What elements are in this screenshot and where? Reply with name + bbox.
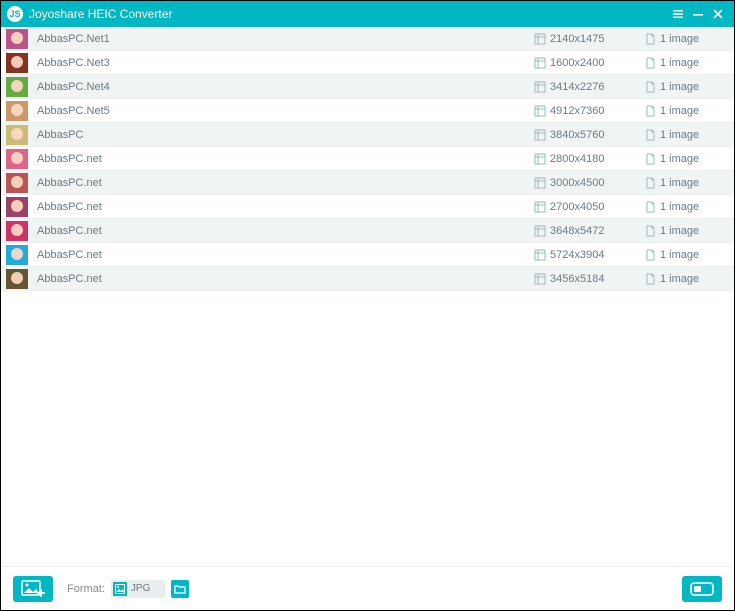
dimensions-icon: [534, 153, 546, 165]
dimensions-icon: [534, 33, 546, 45]
file-dimensions: 3000x4500: [534, 177, 644, 189]
file-name: AbbasPC.Net4: [37, 81, 534, 93]
image-type-icon: [113, 582, 127, 596]
file-thumbnail: [5, 76, 29, 98]
file-thumbnail: [5, 268, 29, 290]
page-icon: [644, 57, 656, 69]
file-dimensions: 5724x3904: [534, 249, 644, 261]
page-icon: [644, 153, 656, 165]
file-row[interactable]: AbbasPC.net3000x45001 image: [1, 171, 734, 195]
file-thumbnail: [5, 220, 29, 242]
file-row[interactable]: AbbasPC3840x57601 image: [1, 123, 734, 147]
file-thumbnail: [5, 148, 29, 170]
file-dimensions: 3840x5760: [534, 129, 644, 141]
file-row[interactable]: AbbasPC.net3456x51841 image: [1, 267, 734, 291]
file-image-count: 1 image: [644, 57, 734, 69]
dimensions-icon: [534, 177, 546, 189]
file-name: AbbasPC.net: [37, 177, 534, 189]
file-thumbnail: [5, 124, 29, 146]
dimensions-icon: [534, 129, 546, 141]
dimensions-icon: [534, 57, 546, 69]
file-image-count: 1 image: [644, 177, 734, 189]
dimensions-icon: [534, 225, 546, 237]
page-icon: [644, 225, 656, 237]
page-icon: [644, 249, 656, 261]
file-row[interactable]: AbbasPC.Net12140x14751 image: [1, 27, 734, 51]
file-dimensions: 3456x5184: [534, 273, 644, 285]
file-row[interactable]: AbbasPC.net3648x54721 image: [1, 219, 734, 243]
dimensions-icon: [534, 105, 546, 117]
file-name: AbbasPC.Net5: [37, 105, 534, 117]
file-row[interactable]: AbbasPC.Net43414x22761 image: [1, 75, 734, 99]
page-icon: [644, 81, 656, 93]
page-icon: [644, 177, 656, 189]
file-thumbnail: [5, 28, 29, 50]
convert-button[interactable]: [682, 576, 722, 602]
format-selector[interactable]: JPG: [111, 580, 165, 598]
file-image-count: 1 image: [644, 81, 734, 93]
file-thumbnail: [5, 196, 29, 218]
folder-icon: [174, 584, 186, 594]
dimensions-icon: [534, 249, 546, 261]
file-image-count: 1 image: [644, 273, 734, 285]
page-icon: [644, 273, 656, 285]
dimensions-icon: [534, 201, 546, 213]
file-dimensions: 2800x4180: [534, 153, 644, 165]
file-row[interactable]: AbbasPC.net5724x39041 image: [1, 243, 734, 267]
convert-icon: [689, 580, 715, 598]
file-dimensions: 1600x2400: [534, 57, 644, 69]
file-image-count: 1 image: [644, 129, 734, 141]
format-value: JPG: [131, 583, 163, 594]
bottom-bar: Format: JPG: [1, 566, 734, 610]
file-name: AbbasPC.Net1: [37, 33, 534, 45]
file-row[interactable]: AbbasPC.net2800x41801 image: [1, 147, 734, 171]
file-dimensions: 3648x5472: [534, 225, 644, 237]
app-title: Joyoshare HEIC Converter: [29, 7, 668, 21]
file-image-count: 1 image: [644, 249, 734, 261]
minimize-button[interactable]: [688, 4, 708, 24]
file-image-count: 1 image: [644, 201, 734, 213]
file-name: AbbasPC: [37, 129, 534, 141]
file-image-count: 1 image: [644, 225, 734, 237]
file-dimensions: 2140x1475: [534, 33, 644, 45]
page-icon: [644, 33, 656, 45]
file-thumbnail: [5, 244, 29, 266]
file-name: AbbasPC.net: [37, 249, 534, 261]
close-button[interactable]: [708, 4, 728, 24]
page-icon: [644, 201, 656, 213]
file-name: AbbasPC.net: [37, 225, 534, 237]
file-name: AbbasPC.net: [37, 201, 534, 213]
menu-button[interactable]: [668, 4, 688, 24]
app-logo-icon: JS: [7, 6, 23, 22]
file-name: AbbasPC.net: [37, 273, 534, 285]
format-label: Format:: [67, 583, 105, 595]
file-row[interactable]: AbbasPC.Net54912x73601 image: [1, 99, 734, 123]
file-image-count: 1 image: [644, 153, 734, 165]
page-icon: [644, 105, 656, 117]
title-bar: JS Joyoshare HEIC Converter: [1, 1, 734, 27]
file-row[interactable]: AbbasPC.net2700x40501 image: [1, 195, 734, 219]
file-thumbnail: [5, 52, 29, 74]
dimensions-icon: [534, 273, 546, 285]
add-image-icon: [21, 580, 45, 598]
format-group: Format: JPG: [67, 580, 189, 598]
file-dimensions: 4912x7360: [534, 105, 644, 117]
file-thumbnail: [5, 100, 29, 122]
page-icon: [644, 129, 656, 141]
file-image-count: 1 image: [644, 33, 734, 45]
file-thumbnail: [5, 172, 29, 194]
file-dimensions: 3414x2276: [534, 81, 644, 93]
file-list: AbbasPC.Net12140x14751 imageAbbasPC.Net3…: [1, 27, 734, 566]
file-dimensions: 2700x4050: [534, 201, 644, 213]
file-name: AbbasPC.Net3: [37, 57, 534, 69]
output-folder-button[interactable]: [171, 580, 189, 598]
dimensions-icon: [534, 81, 546, 93]
file-name: AbbasPC.net: [37, 153, 534, 165]
app-window: JS Joyoshare HEIC Converter AbbasPC.Net1…: [0, 0, 735, 611]
add-files-button[interactable]: [13, 576, 53, 602]
file-image-count: 1 image: [644, 105, 734, 117]
file-row[interactable]: AbbasPC.Net31600x24001 image: [1, 51, 734, 75]
